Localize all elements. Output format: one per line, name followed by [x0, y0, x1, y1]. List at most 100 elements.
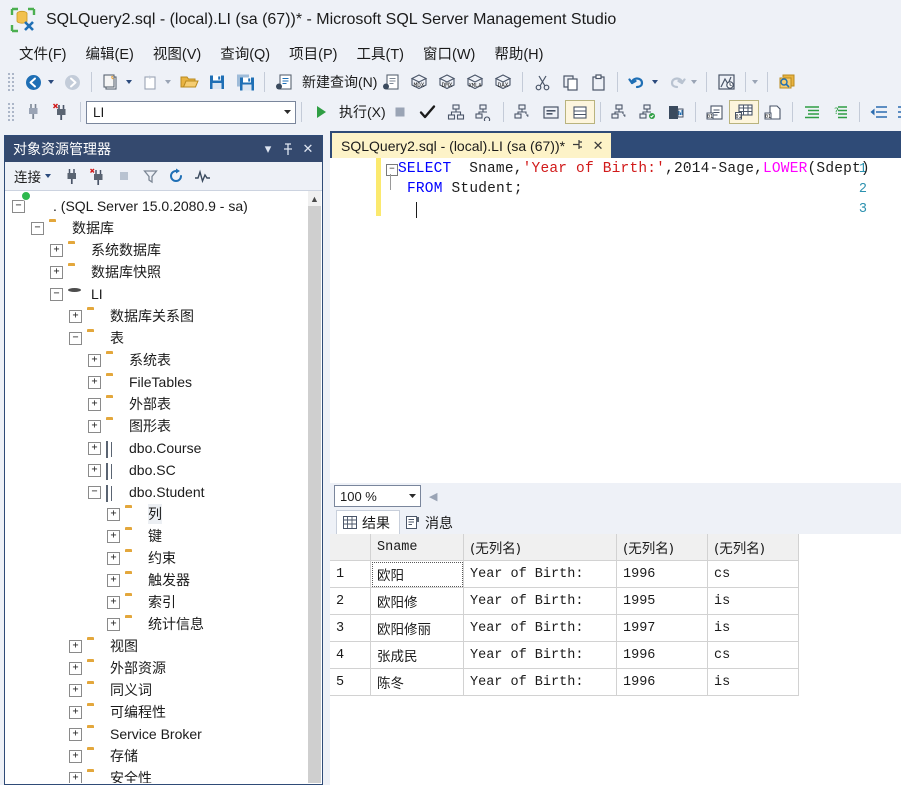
results-grid[interactable]: Sname (无列名) (无列名) (无列名) 1 欧阳 Year of Birth: 199…	[330, 534, 799, 696]
filter-icon[interactable]	[138, 165, 162, 187]
execute-label[interactable]: 执行(X)	[339, 102, 386, 122]
results-grid-container[interactable]: Sname (无列名) (无列名) (无列名) 1 欧阳 Year of Birth: 199…	[330, 534, 901, 785]
row-header-cell[interactable]: 1	[330, 560, 371, 588]
grid-cell[interactable]: 欧阳	[370, 560, 464, 588]
redo-icon[interactable]	[662, 70, 690, 94]
tree-node[interactable]: − 表	[6, 327, 308, 349]
panel-menu-icon[interactable]: ▾	[258, 139, 278, 159]
collapse-icon[interactable]: −	[31, 221, 44, 235]
new-analysis-query-icon[interactable]	[377, 70, 405, 94]
expand-icon[interactable]: +	[88, 463, 101, 477]
expand-icon[interactable]: +	[69, 749, 82, 763]
expand-icon[interactable]: +	[69, 705, 82, 719]
grid-cell[interactable]: Year of Birth:	[463, 614, 617, 642]
zoom-selector[interactable]: 100 %	[334, 485, 421, 507]
expand-icon[interactable]: +	[107, 529, 120, 543]
registered-servers-icon[interactable]	[712, 70, 740, 94]
expand-icon[interactable]: +	[107, 573, 120, 587]
new-query-button[interactable]	[270, 70, 298, 94]
row-header-cell[interactable]: 3	[330, 614, 371, 642]
grid-cell[interactable]: 陈冬	[370, 668, 464, 696]
grid-cell[interactable]: 1995	[616, 587, 708, 615]
sqlcmd-mode-icon[interactable]	[662, 100, 690, 124]
grid-cell[interactable]: 1997	[616, 614, 708, 642]
expand-icon[interactable]: +	[69, 727, 82, 741]
results-to-grid-toggle[interactable]	[564, 100, 595, 124]
grid-cell[interactable]: 1996	[616, 560, 708, 588]
expand-icon[interactable]: +	[107, 551, 120, 565]
include-actual-plan-icon[interactable]	[606, 100, 634, 124]
grid-cell[interactable]: Year of Birth:	[463, 587, 617, 615]
new-mdx-query-icon[interactable]: MDX	[405, 70, 433, 94]
grid-cell[interactable]: 1996	[616, 668, 708, 696]
tree-node[interactable]: − dbo.Student	[6, 481, 308, 503]
expand-icon[interactable]: +	[88, 353, 101, 367]
increase-indent-icon[interactable]	[893, 100, 901, 124]
menu-query[interactable]: 查询(Q)	[211, 41, 280, 66]
results-to-grid-icon[interactable]: 01	[728, 100, 759, 124]
fold-collapse-icon[interactable]: −	[386, 164, 398, 176]
scroll-left-icon[interactable]: ◀	[429, 490, 437, 503]
grid-cell[interactable]: cs	[707, 560, 799, 588]
include-live-query-stats-icon[interactable]	[470, 100, 498, 124]
expand-icon[interactable]: +	[69, 639, 82, 653]
tree-node[interactable]: + FileTables	[6, 371, 308, 393]
expand-icon[interactable]: +	[88, 375, 101, 389]
menu-project[interactable]: 项目(P)	[280, 41, 347, 66]
menu-window[interactable]: 窗口(W)	[414, 41, 485, 66]
toolbar-overflow-caret-icon[interactable]	[752, 80, 759, 84]
scroll-up-icon[interactable]: ▲	[308, 191, 321, 206]
database-selector[interactable]: LI	[86, 100, 296, 124]
grid-corner-cell[interactable]	[330, 534, 371, 561]
expand-icon[interactable]: +	[69, 683, 82, 697]
undo-caret-icon[interactable]	[652, 80, 659, 84]
stop-button[interactable]	[386, 100, 414, 124]
tree-node[interactable]: + 系统数据库	[6, 239, 308, 261]
new-dmx-query-icon[interactable]: DMX	[433, 70, 461, 94]
tree-node[interactable]: + 索引	[6, 591, 308, 613]
tree-node[interactable]: + 触发器	[6, 569, 308, 591]
tree-node[interactable]: + Service Broker	[6, 723, 308, 745]
table-row[interactable]: 4 张成民 Year of Birth: 1996 cs	[330, 641, 799, 669]
execute-button[interactable]	[307, 100, 335, 124]
expand-icon[interactable]: +	[50, 265, 63, 279]
close-icon[interactable]: ✕	[298, 139, 318, 159]
open-file-icon[interactable]	[175, 70, 203, 94]
navigate-forward-icon[interactable]	[58, 70, 86, 94]
tab-messages[interactable]: 消息	[400, 511, 462, 534]
results-to-text-icon[interactable]: 01	[701, 100, 729, 124]
query-options-icon[interactable]	[509, 100, 537, 124]
undo-icon[interactable]	[623, 70, 651, 94]
tree-node[interactable]: + 存储	[6, 745, 308, 767]
uncomment-lines-icon[interactable]: ?	[826, 100, 854, 124]
tree-node[interactable]: + 数据库关系图	[6, 305, 308, 327]
results-to-file-icon[interactable]: 01	[759, 100, 787, 124]
table-row[interactable]: 3 欧阳修丽 Year of Birth: 1997 is	[330, 614, 799, 642]
grid-cell[interactable]: cs	[707, 641, 799, 669]
refresh-icon[interactable]	[164, 165, 188, 187]
expand-icon[interactable]: +	[88, 397, 101, 411]
tab-close-icon[interactable]: ✕	[589, 138, 607, 154]
tree-node[interactable]: + 安全性	[6, 767, 308, 783]
collapse-icon[interactable]: −	[12, 199, 25, 213]
object-explorer-details-icon[interactable]	[773, 70, 801, 94]
grid-cell[interactable]: 欧阳修丽	[370, 614, 464, 642]
tab-sqlquery2[interactable]: SQLQuery2.sql - (local).LI (sa (67))* ✕	[332, 133, 612, 158]
grid-cell[interactable]: Year of Birth:	[463, 641, 617, 669]
new-xmla-query-icon[interactable]: XMLA	[461, 70, 489, 94]
column-header[interactable]: (无列名)	[463, 534, 617, 561]
menu-edit[interactable]: 编辑(E)	[77, 41, 144, 66]
toolbar-grip[interactable]	[7, 72, 16, 92]
save-all-icon[interactable]	[231, 70, 259, 94]
object-explorer-scrollbar[interactable]: ▲	[308, 191, 321, 783]
tree-node[interactable]: + 可编程性	[6, 701, 308, 723]
expand-icon[interactable]: +	[88, 419, 101, 433]
table-row[interactable]: 2 欧阳修 Year of Birth: 1995 is	[330, 587, 799, 615]
stop-icon[interactable]	[112, 165, 136, 187]
grid-cell[interactable]: 张成民	[370, 641, 464, 669]
column-header[interactable]: Sname	[370, 534, 464, 561]
column-header[interactable]: (无列名)	[707, 534, 799, 561]
paste-icon[interactable]	[584, 70, 612, 94]
expand-icon[interactable]: +	[69, 309, 82, 323]
decrease-indent-icon[interactable]	[865, 100, 893, 124]
